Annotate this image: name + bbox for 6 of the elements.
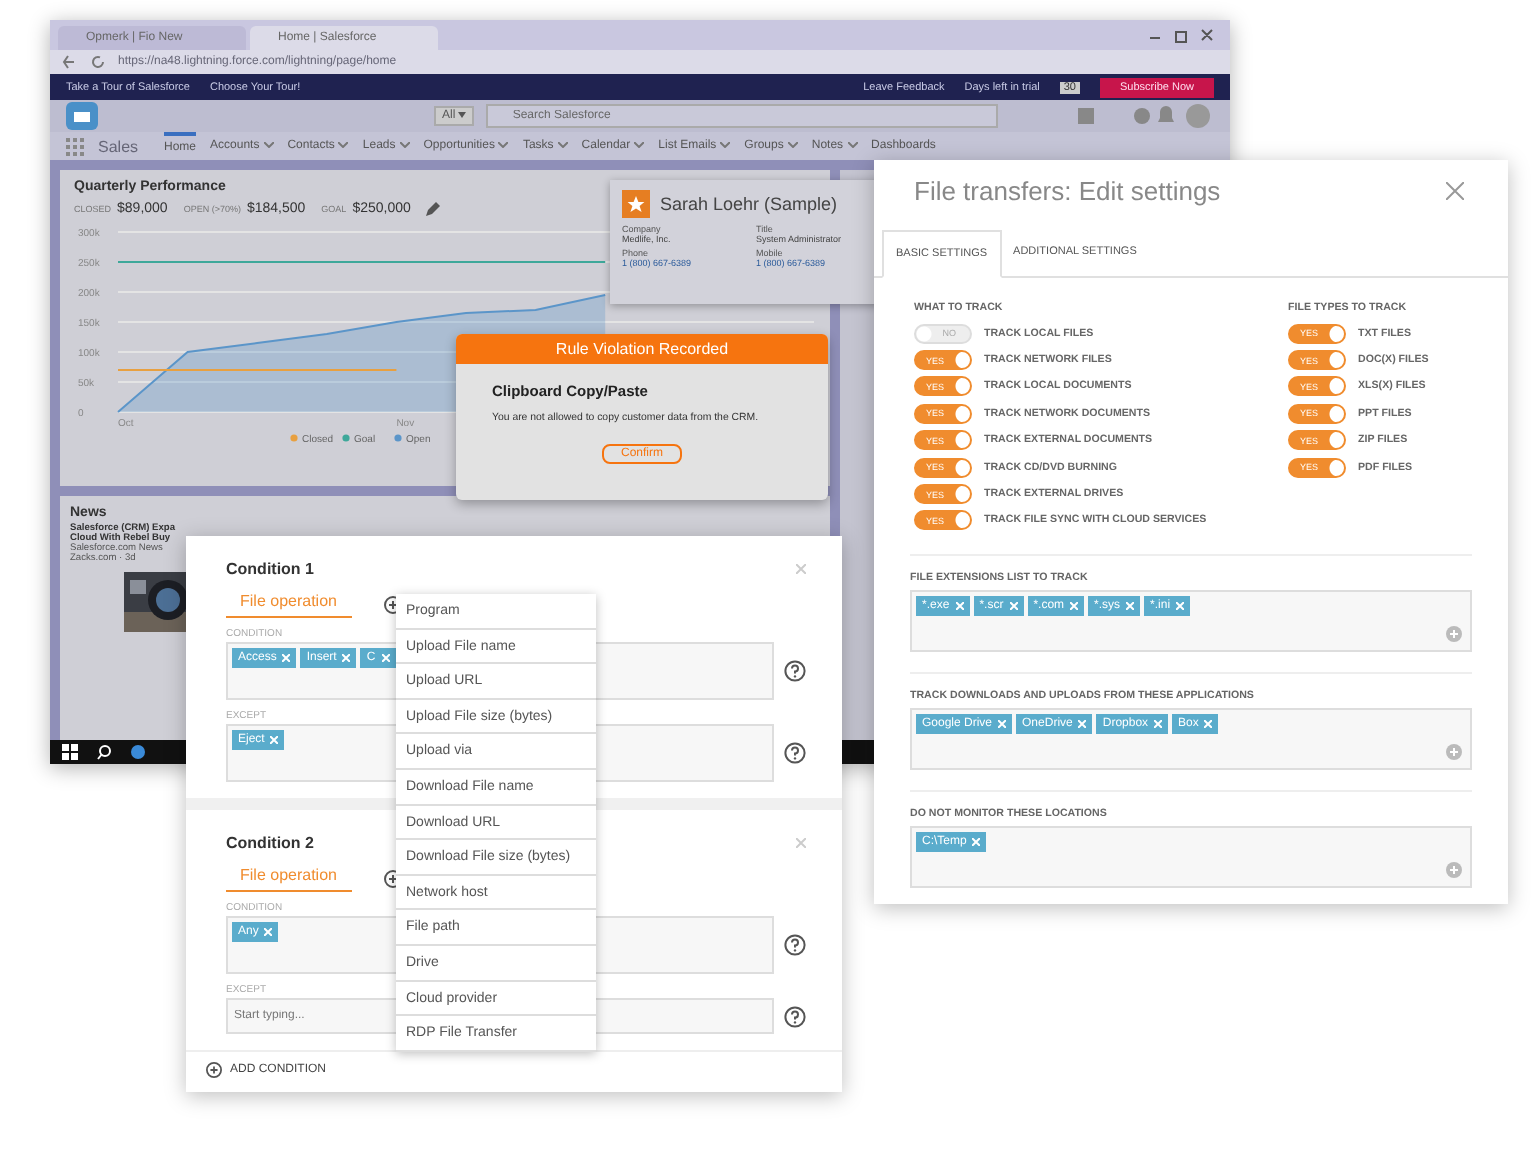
alert-header: Rule Violation Recorded (456, 334, 828, 364)
contact-name: Sarah Loehr (Sample) (660, 194, 838, 214)
condition-title: Condition 2 (226, 834, 314, 852)
app-name: Sales (98, 137, 139, 155)
condition-title: Condition 1 (226, 560, 314, 578)
panel-title: File transfers: Edit settings (914, 176, 1221, 206)
